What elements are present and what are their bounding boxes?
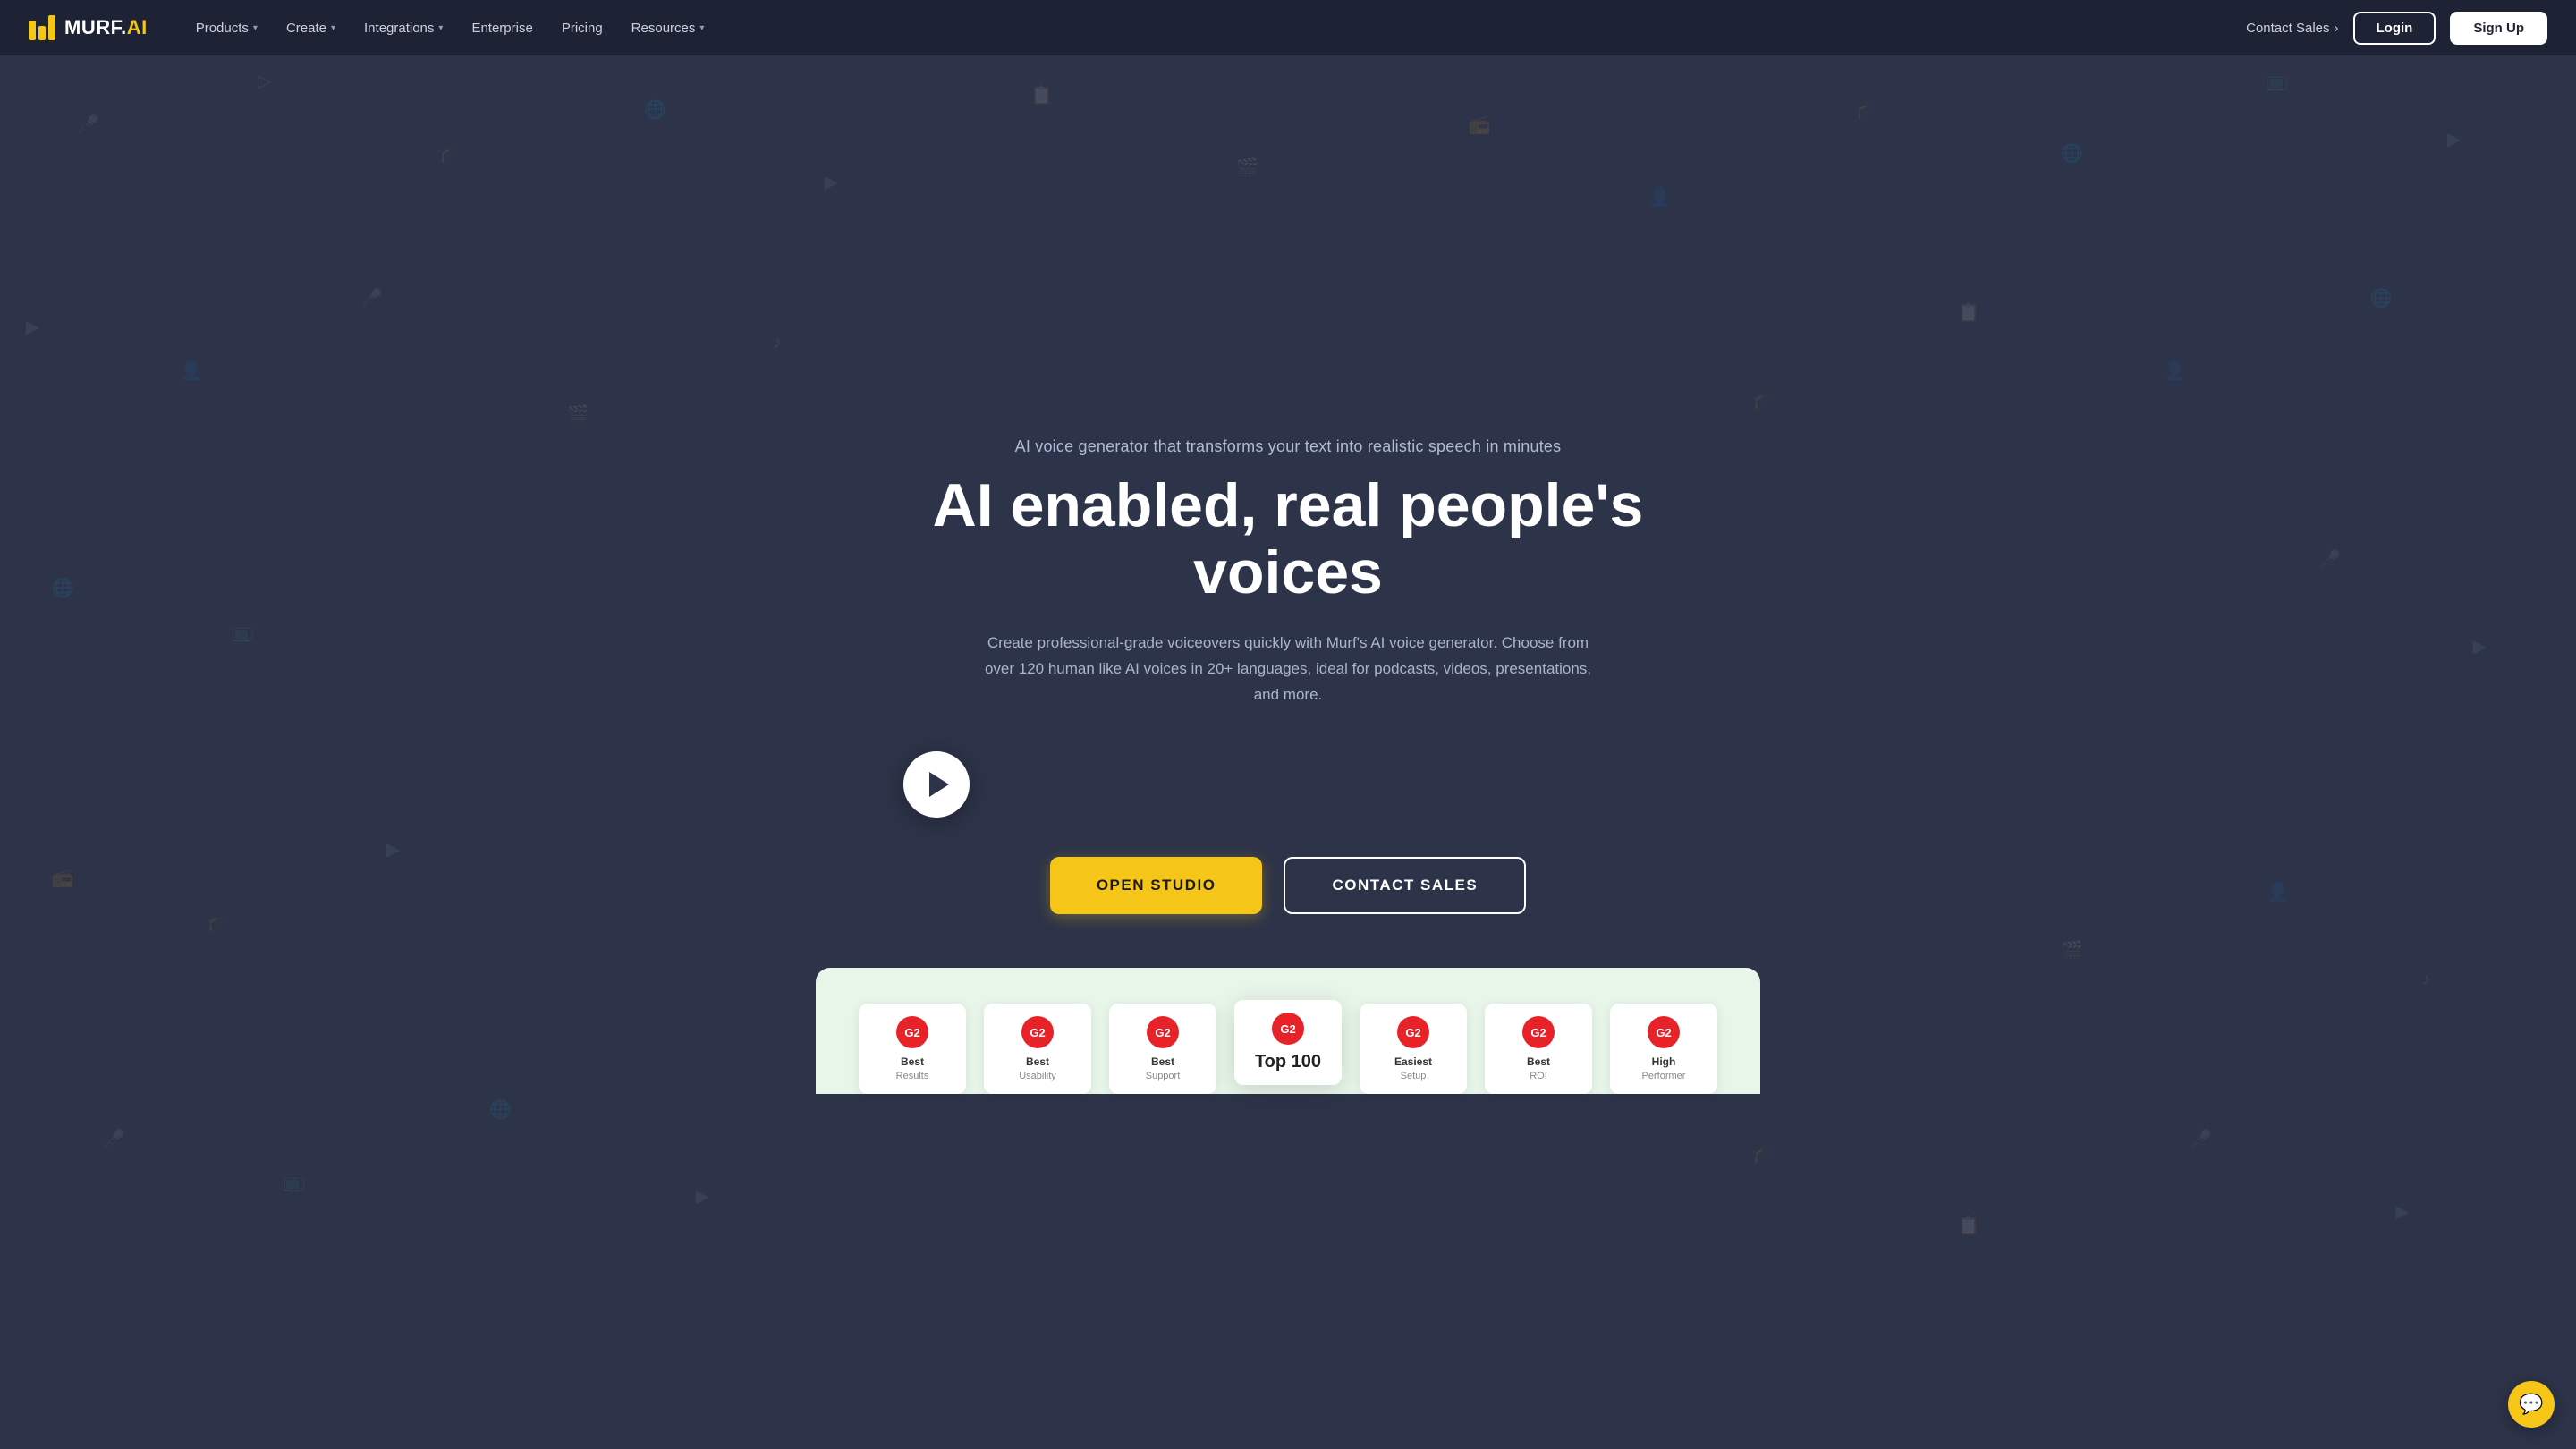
award-card-6: G2 Best ROI bbox=[1485, 1004, 1592, 1094]
chat-button[interactable]: 💬 bbox=[2508, 1381, 2555, 1428]
logo-accent: AI bbox=[127, 16, 148, 38]
integrations-chevron-icon: ▾ bbox=[438, 23, 443, 33]
hero-buttons: OPEN STUDIO CONTACT SALES bbox=[903, 857, 1673, 914]
award-card-7: G2 High Performer bbox=[1610, 1004, 1717, 1094]
open-studio-button[interactable]: OPEN STUDIO bbox=[1050, 857, 1263, 914]
g2-badge-3: G2 bbox=[1147, 1016, 1179, 1048]
award-subtitle-1: Results bbox=[896, 1071, 929, 1081]
award-card-featured: G2 Top 100 bbox=[1234, 1000, 1342, 1085]
g2-badge-7: G2 bbox=[1648, 1016, 1680, 1048]
nav-integrations[interactable]: Integrations ▾ bbox=[352, 13, 455, 43]
nav-enterprise[interactable]: Enterprise bbox=[459, 13, 545, 43]
award-title-6: Best bbox=[1527, 1055, 1550, 1068]
chat-icon: 💬 bbox=[2519, 1393, 2543, 1416]
award-big-title: Top 100 bbox=[1255, 1052, 1321, 1072]
award-card-5: G2 Easiest Setup bbox=[1360, 1004, 1467, 1094]
g2-badge-1: G2 bbox=[896, 1016, 928, 1048]
award-title-2: Best bbox=[1026, 1055, 1049, 1068]
resources-chevron-icon: ▾ bbox=[699, 23, 704, 33]
g2-badge-5: G2 bbox=[1397, 1016, 1429, 1048]
login-button[interactable]: Login bbox=[2353, 12, 2436, 45]
play-button[interactable] bbox=[903, 751, 970, 818]
awards-section: G2 Best Results G2 Best Usability G2 Bes… bbox=[816, 968, 1760, 1094]
hero-description: Create professional-grade voiceovers qui… bbox=[975, 631, 1601, 708]
navbar: MURF.AI Products ▾ Create ▾ Integrations… bbox=[0, 0, 2576, 55]
logo-icon bbox=[29, 15, 55, 40]
award-subtitle-6: ROI bbox=[1530, 1071, 1547, 1081]
hero-content: AI voice generator that transforms your … bbox=[903, 437, 1673, 914]
award-card-2: G2 Best Usability bbox=[984, 1004, 1091, 1094]
create-chevron-icon: ▾ bbox=[331, 23, 335, 33]
nav-links: Products ▾ Create ▾ Integrations ▾ Enter… bbox=[183, 13, 717, 43]
g2-badge-featured: G2 bbox=[1272, 1013, 1304, 1045]
nav-resources[interactable]: Resources ▾ bbox=[619, 13, 717, 43]
play-icon bbox=[929, 772, 949, 797]
contact-sales-button[interactable]: CONTACT SALES bbox=[1284, 857, 1526, 914]
award-title-3: Best bbox=[1151, 1055, 1174, 1068]
logo[interactable]: MURF.AI bbox=[29, 15, 148, 40]
hero-subtitle: AI voice generator that transforms your … bbox=[903, 437, 1673, 456]
logo-bar-3 bbox=[48, 15, 55, 40]
play-button-wrap bbox=[903, 751, 1673, 818]
award-subtitle-2: Usability bbox=[1019, 1071, 1056, 1081]
hero-section: 🎤 ▷ 🎓 🌐 ▶ 📋 🎬 📻 👤 🎓 🌐 📺 ▶ ▶ 👤 🎤 🎬 ♪ 🎓 📋 … bbox=[0, 0, 2576, 1449]
contact-sales-arrow-icon: › bbox=[2334, 21, 2339, 36]
award-subtitle-5: Setup bbox=[1401, 1071, 1427, 1081]
products-chevron-icon: ▾ bbox=[253, 23, 258, 33]
g2-badge-2: G2 bbox=[1021, 1016, 1054, 1048]
award-subtitle-3: Support bbox=[1146, 1071, 1181, 1081]
award-card-1: G2 Best Results bbox=[859, 1004, 966, 1094]
award-title-7: High bbox=[1652, 1055, 1676, 1068]
logo-bar-2 bbox=[38, 26, 46, 40]
nav-contact-sales[interactable]: Contact Sales › bbox=[2246, 21, 2338, 36]
logo-bar-1 bbox=[29, 21, 36, 40]
award-title-1: Best bbox=[901, 1055, 924, 1068]
award-title-5: Easiest bbox=[1394, 1055, 1432, 1068]
nav-left: MURF.AI Products ▾ Create ▾ Integrations… bbox=[29, 13, 716, 43]
award-card-3: G2 Best Support bbox=[1109, 1004, 1216, 1094]
nav-pricing[interactable]: Pricing bbox=[549, 13, 615, 43]
logo-text: MURF.AI bbox=[64, 16, 148, 39]
signup-button[interactable]: Sign Up bbox=[2450, 12, 2547, 45]
nav-right: Contact Sales › Login Sign Up bbox=[2246, 12, 2547, 45]
hero-title: AI enabled, real people's voices bbox=[903, 472, 1673, 606]
award-subtitle-7: Performer bbox=[1642, 1071, 1686, 1081]
g2-badge-6: G2 bbox=[1522, 1016, 1555, 1048]
nav-create[interactable]: Create ▾ bbox=[274, 13, 348, 43]
awards-container: G2 Best Results G2 Best Usability G2 Bes… bbox=[18, 968, 2558, 1094]
nav-products[interactable]: Products ▾ bbox=[183, 13, 270, 43]
